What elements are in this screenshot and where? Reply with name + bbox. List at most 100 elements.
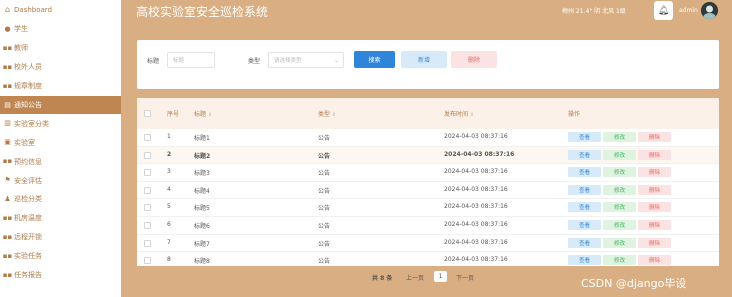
row-type: 公告 <box>318 152 331 160</box>
sidebar-item-lab-categories[interactable]: ▥ 实验室分类 <box>0 114 121 133</box>
delete-button[interactable]: 删除 <box>638 132 671 142</box>
notification-button[interactable]: 🔔︎ <box>654 1 673 20</box>
delete-button[interactable]: 删除 <box>638 149 671 160</box>
search-button[interactable]: 搜索 <box>354 51 395 68</box>
column-header-label: 类型 <box>318 111 331 118</box>
pagination-next[interactable]: 下一页 <box>456 273 474 282</box>
sidebar-item-label: 任务报告 <box>14 271 42 280</box>
delete-button[interactable]: 删除 <box>638 255 671 266</box>
sidebar-item-task-reports[interactable]: ▪▪ 任务报告 <box>0 266 121 285</box>
batch-delete-button[interactable]: 删除 <box>451 51 497 68</box>
sidebar-item-inspection-categories[interactable]: ♟ 巡检分类 <box>0 190 121 209</box>
flag-icon: ⚑ <box>4 176 11 185</box>
row-checkbox[interactable] <box>144 222 151 229</box>
pagination-current-page[interactable]: 1 <box>434 271 447 282</box>
view-button[interactable]: 查看 <box>568 167 601 178</box>
delete-button[interactable]: 删除 <box>638 167 671 178</box>
edit-button[interactable]: 修改 <box>603 202 636 213</box>
row-title: 标题8 <box>194 258 210 266</box>
row-checkbox[interactable] <box>144 151 151 159</box>
sidebar-item-label: 巡检分类 <box>14 195 42 204</box>
sidebar-item-room-temperature[interactable]: ▪▪ 机房温度 <box>0 209 121 228</box>
row-index: 3 <box>167 168 171 176</box>
avatar[interactable] <box>701 2 718 19</box>
sidebar-item-remote-unlock[interactable]: ▪▪ 远程开锁 <box>0 228 121 247</box>
grid-icon: ▪▪ <box>2 270 13 279</box>
delete-button[interactable]: 删除 <box>638 184 671 195</box>
app-title: 高校实验室安全巡检系统 <box>136 5 269 19</box>
sort-icon: ⇕ <box>470 112 475 118</box>
type-select-placeholder: 请选择类型 <box>274 58 302 64</box>
row-type: 公告 <box>318 170 331 178</box>
edit-button[interactable]: 修改 <box>603 167 636 178</box>
row-publish-time: 2024-04-03 08:37:16 <box>444 168 508 176</box>
chevron-down-icon: ⌄ <box>333 57 339 64</box>
view-button[interactable]: 查看 <box>568 220 601 230</box>
sidebar-item-notices[interactable]: ▤ 通知公告 <box>0 95 121 115</box>
row-index: 4 <box>167 185 171 193</box>
view-button[interactable]: 查看 <box>568 202 601 213</box>
sidebar-item-lab-tasks[interactable]: ▪▪ 实验任务 <box>0 247 121 266</box>
pagination-prev[interactable]: 上一页 <box>406 273 424 282</box>
column-header-type[interactable]: 类型 ⇕ <box>318 109 336 118</box>
sidebar-item-safety-assessment[interactable]: ⚑ 安全评估 <box>0 171 121 190</box>
column-header-title[interactable]: 标题 ⇕ <box>194 109 212 118</box>
delete-button[interactable]: 删除 <box>638 220 671 230</box>
row-title: 标题6 <box>194 223 210 230</box>
edit-button[interactable]: 修改 <box>603 255 636 266</box>
watermark: CSDN @django毕设 <box>581 277 687 290</box>
view-button[interactable]: 查看 <box>568 237 601 248</box>
view-button[interactable]: 查看 <box>568 255 601 266</box>
row-checkbox[interactable] <box>144 186 151 194</box>
delete-button[interactable]: 删除 <box>638 237 671 248</box>
sidebar-item-reservations[interactable]: ▪▪ 预约信息 <box>0 152 121 171</box>
type-select[interactable]: 请选择类型 ⌄ <box>268 52 344 68</box>
delete-button[interactable]: 删除 <box>638 202 671 213</box>
column-header-actions: 操作 <box>568 111 581 118</box>
edit-button[interactable]: 修改 <box>603 132 636 142</box>
grid-icon: ▪▪ <box>2 251 13 260</box>
title-search-input[interactable]: 标题 <box>167 52 215 68</box>
add-button[interactable]: 新增 <box>401 51 447 68</box>
user-icon: ● <box>4 24 11 33</box>
row-type: 公告 <box>318 135 331 142</box>
view-button[interactable]: 查看 <box>568 132 601 142</box>
edit-button[interactable]: 修改 <box>603 237 636 248</box>
row-checkbox[interactable] <box>144 204 151 212</box>
grid-icon: ▪▪ <box>2 62 13 71</box>
home-icon: ⌂ <box>4 5 11 14</box>
table-row: 6 标题6 公告 2024-04-03 08:37:16 查看 修改 删除 <box>137 217 719 235</box>
row-checkbox[interactable] <box>144 134 151 141</box>
select-all-checkbox[interactable] <box>144 110 151 117</box>
sidebar-item-label: 实验任务 <box>14 252 42 261</box>
sidebar-item-labs[interactable]: ▣ 实验室 <box>0 133 121 152</box>
column-header-label: 发布时间 <box>444 111 469 118</box>
sidebar-item-label: 规章制度 <box>14 82 42 91</box>
row-checkbox[interactable] <box>144 169 151 177</box>
grid-icon: ▪▪ <box>2 213 13 222</box>
sidebar-item-outsiders[interactable]: ▪▪ 校外人员 <box>0 58 121 77</box>
column-header-publish-time[interactable]: 发布时间 ⇕ <box>444 109 474 118</box>
sidebar: ⌂ Dashboard ● 学生 ▪▪ 教师 ▪▪ 校外人员 ▪▪ 规章制度 ▤… <box>0 0 121 297</box>
top-header: 高校实验室安全巡检系统 梅州 21.4° 阴 北风 1级 🔔︎ admin <box>121 0 732 26</box>
view-button[interactable]: 查看 <box>568 149 601 160</box>
sidebar-item-students[interactable]: ● 学生 <box>0 20 121 39</box>
edit-button[interactable]: 修改 <box>603 149 636 160</box>
edit-button[interactable]: 修改 <box>603 220 636 230</box>
row-publish-time: 2024-04-03 08:37:16 <box>444 203 508 211</box>
user-name[interactable]: admin <box>679 7 698 14</box>
document-icon: ▤ <box>4 100 11 109</box>
title-search-placeholder: 标题 <box>173 58 185 64</box>
view-button[interactable]: 查看 <box>568 184 601 195</box>
sidebar-item-label: 机房温度 <box>14 214 42 223</box>
table-row: 7 标题7 公告 2024-04-03 08:37:16 查看 修改 删除 <box>137 235 719 253</box>
sidebar-item-rules[interactable]: ▪▪ 规章制度 <box>0 77 121 96</box>
sidebar-item-teachers[interactable]: ▪▪ 教师 <box>0 39 121 58</box>
row-title: 标题7 <box>194 240 210 248</box>
sidebar-item-label: 实验室分类 <box>14 119 49 128</box>
sidebar-item-dashboard[interactable]: ⌂ Dashboard <box>0 0 121 20</box>
grid-icon: ▪▪ <box>2 43 13 52</box>
row-checkbox[interactable] <box>144 257 151 265</box>
edit-button[interactable]: 修改 <box>603 184 636 195</box>
row-checkbox[interactable] <box>144 239 151 247</box>
